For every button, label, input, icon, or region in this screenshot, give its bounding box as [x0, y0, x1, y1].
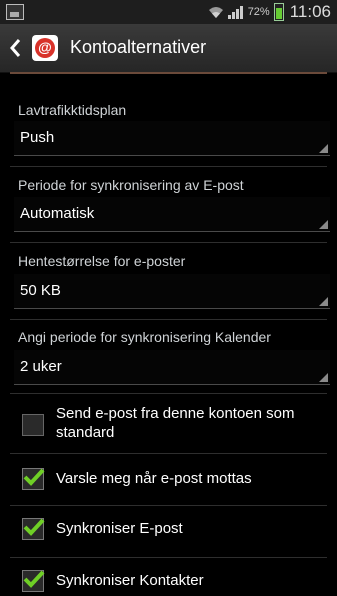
check-label-sync-email: Synkroniser E-post — [56, 520, 183, 537]
divider — [10, 166, 327, 167]
divider — [10, 319, 327, 320]
checkbox-row-sync-email[interactable]: Synkroniser E-post — [0, 506, 337, 556]
spinner-value: 2 uker — [20, 358, 62, 375]
wifi-icon — [208, 7, 223, 18]
notification-icon — [6, 4, 24, 20]
page-title: Kontoalternativer — [70, 37, 207, 57]
checkbox-sync-contacts[interactable] — [22, 570, 45, 592]
setting-label-email-sync-period: Periode for synkronisering av E-post — [18, 177, 244, 193]
signal-icon — [227, 5, 244, 19]
checkbox-default-account[interactable] — [22, 414, 44, 436]
action-bar: @ Kontoalternativer — [0, 24, 337, 73]
email-app-icon-glyph: @ — [38, 39, 52, 55]
spinner-value: Automatisk — [20, 205, 95, 222]
spinner-retrieve-size[interactable]: 50 KB — [14, 274, 330, 309]
spinner-peak-schedule[interactable]: Push — [14, 121, 330, 156]
battery-icon — [273, 3, 284, 21]
status-bar: 72% 11:06 — [0, 0, 337, 24]
checkmark-icon — [23, 468, 45, 486]
checkbox-row-sync-contacts[interactable]: Synkroniser Kontakter — [0, 558, 337, 596]
check-label-line: Send e-post fra denne kontoen som — [56, 405, 295, 422]
header-divider — [10, 72, 327, 74]
check-label-sync-contacts: Synkroniser Kontakter — [56, 572, 204, 589]
divider — [10, 242, 327, 243]
checkbox-row-notify[interactable]: Varsle meg når e-post mottas — [0, 454, 337, 504]
check-label-line: standard — [56, 424, 115, 441]
dropdown-corner-icon — [319, 373, 328, 382]
dropdown-corner-icon — [319, 297, 328, 306]
setting-label-peak-schedule: Lavtrafikktidsplan — [18, 102, 127, 118]
setting-label-retrieve-size: Hentestørrelse for e-poster — [18, 253, 186, 269]
status-indicators: 72% 11:06 — [208, 2, 331, 22]
email-app-icon[interactable]: @ — [32, 35, 58, 61]
checkmark-icon — [23, 518, 45, 536]
check-label-default-account: Send e-post fra denne kontoen som standa… — [56, 404, 295, 442]
clock: 11:06 — [289, 2, 331, 21]
spinner-value: Push — [20, 129, 55, 146]
spinner-calendar-sync-period[interactable]: 2 uker — [14, 350, 330, 385]
checkbox-notify[interactable] — [22, 468, 45, 490]
back-chevron-icon[interactable] — [8, 37, 24, 59]
checkbox-row-default-account[interactable]: Send e-post fra denne kontoen som standa… — [0, 394, 337, 452]
dropdown-corner-icon — [319, 144, 328, 153]
spinner-email-sync-period[interactable]: Automatisk — [14, 197, 330, 232]
setting-label-calendar-sync-period: Angi periode for synkronisering Kalender — [18, 329, 271, 345]
check-label-notify: Varsle meg når e-post mottas — [56, 470, 252, 487]
battery-percent: 72% — [247, 6, 270, 18]
checkmark-icon — [23, 570, 45, 588]
spinner-value: 50 KB — [20, 282, 61, 299]
dropdown-corner-icon — [319, 220, 328, 229]
checkbox-sync-email[interactable] — [22, 518, 45, 540]
